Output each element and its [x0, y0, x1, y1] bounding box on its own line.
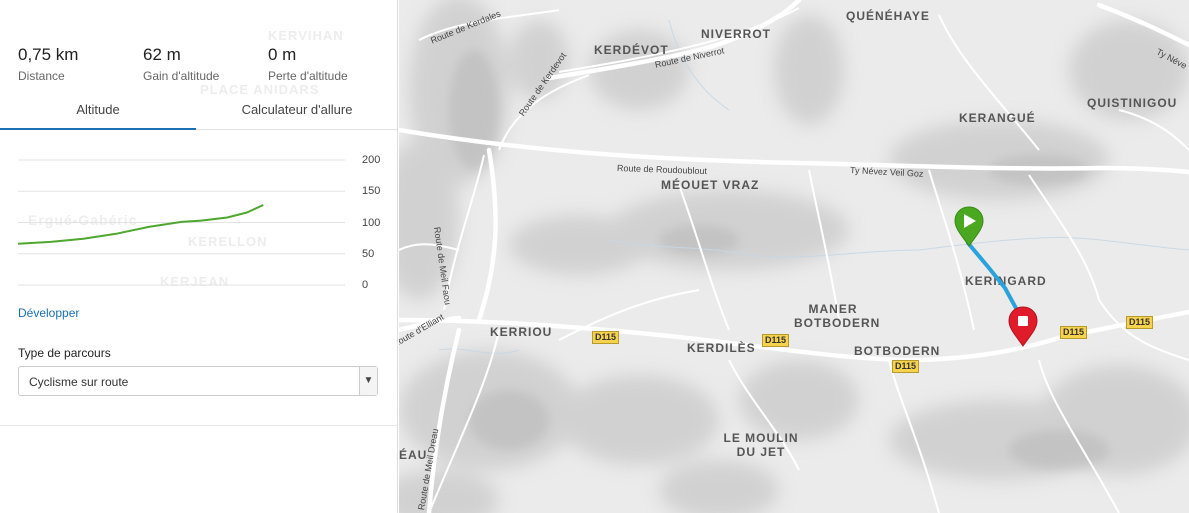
route-stats: 0,75 km Distance 62 m Gain d'altitude 0 …: [0, 45, 397, 85]
route-overlay: [966, 241, 1026, 344]
route-type-label: Type de parcours: [18, 346, 111, 360]
map-view[interactable]: QUÉNÉHAYE KERDÉVOT NIVERROT QUISTINIGOU …: [399, 0, 1189, 513]
expand-link[interactable]: Développer: [18, 306, 79, 320]
y-tick-label: 0: [362, 279, 369, 291]
elevation-chart-svg: [17, 159, 345, 286]
y-tick-label: 50: [362, 248, 375, 260]
y-tick-label: 150: [362, 185, 381, 197]
tab-pace-calculator[interactable]: Calculateur d'allure: [196, 95, 397, 130]
elevation-loss-label: Perte d'altitude: [268, 69, 348, 83]
panel-tabs: Altitude Calculateur d'allure: [0, 95, 397, 130]
app-root: KERVIHAN PLACE ANIDARS Ergué-Gabéric KER…: [0, 0, 1189, 513]
elevation-loss-stat: 0 m Perte d'altitude: [268, 45, 348, 83]
end-marker[interactable]: [1007, 305, 1039, 347]
stop-icon: [1018, 316, 1028, 326]
route-type-select[interactable]: Cyclisme sur route ▼: [18, 366, 378, 396]
panel-divider: [0, 425, 397, 426]
y-tick-label: 100: [362, 217, 381, 229]
elevation-loss-value: 0 m: [268, 45, 297, 64]
distance-label: Distance: [18, 69, 65, 83]
route-info-panel: KERVIHAN PLACE ANIDARS Ergué-Gabéric KER…: [0, 0, 398, 513]
distance-value: 0,75 km: [18, 45, 79, 64]
elevation-chart: 200 150 100 50 0: [0, 148, 397, 298]
y-tick-label: 200: [362, 154, 381, 166]
start-marker[interactable]: [953, 205, 985, 247]
elevation-gain-label: Gain d'altitude: [143, 69, 220, 83]
elevation-profile-line[interactable]: [17, 204, 264, 245]
tab-altitude[interactable]: Altitude: [0, 95, 196, 130]
chevron-down-icon[interactable]: ▼: [359, 367, 377, 395]
distance-stat: 0,75 km Distance: [18, 45, 78, 83]
route-type-value: Cyclisme sur route: [29, 375, 129, 389]
ghost-map-text: KERVIHAN: [268, 28, 344, 43]
elevation-gain-stat: 62 m Gain d'altitude: [143, 45, 219, 83]
elevation-gain-value: 62 m: [143, 45, 181, 64]
